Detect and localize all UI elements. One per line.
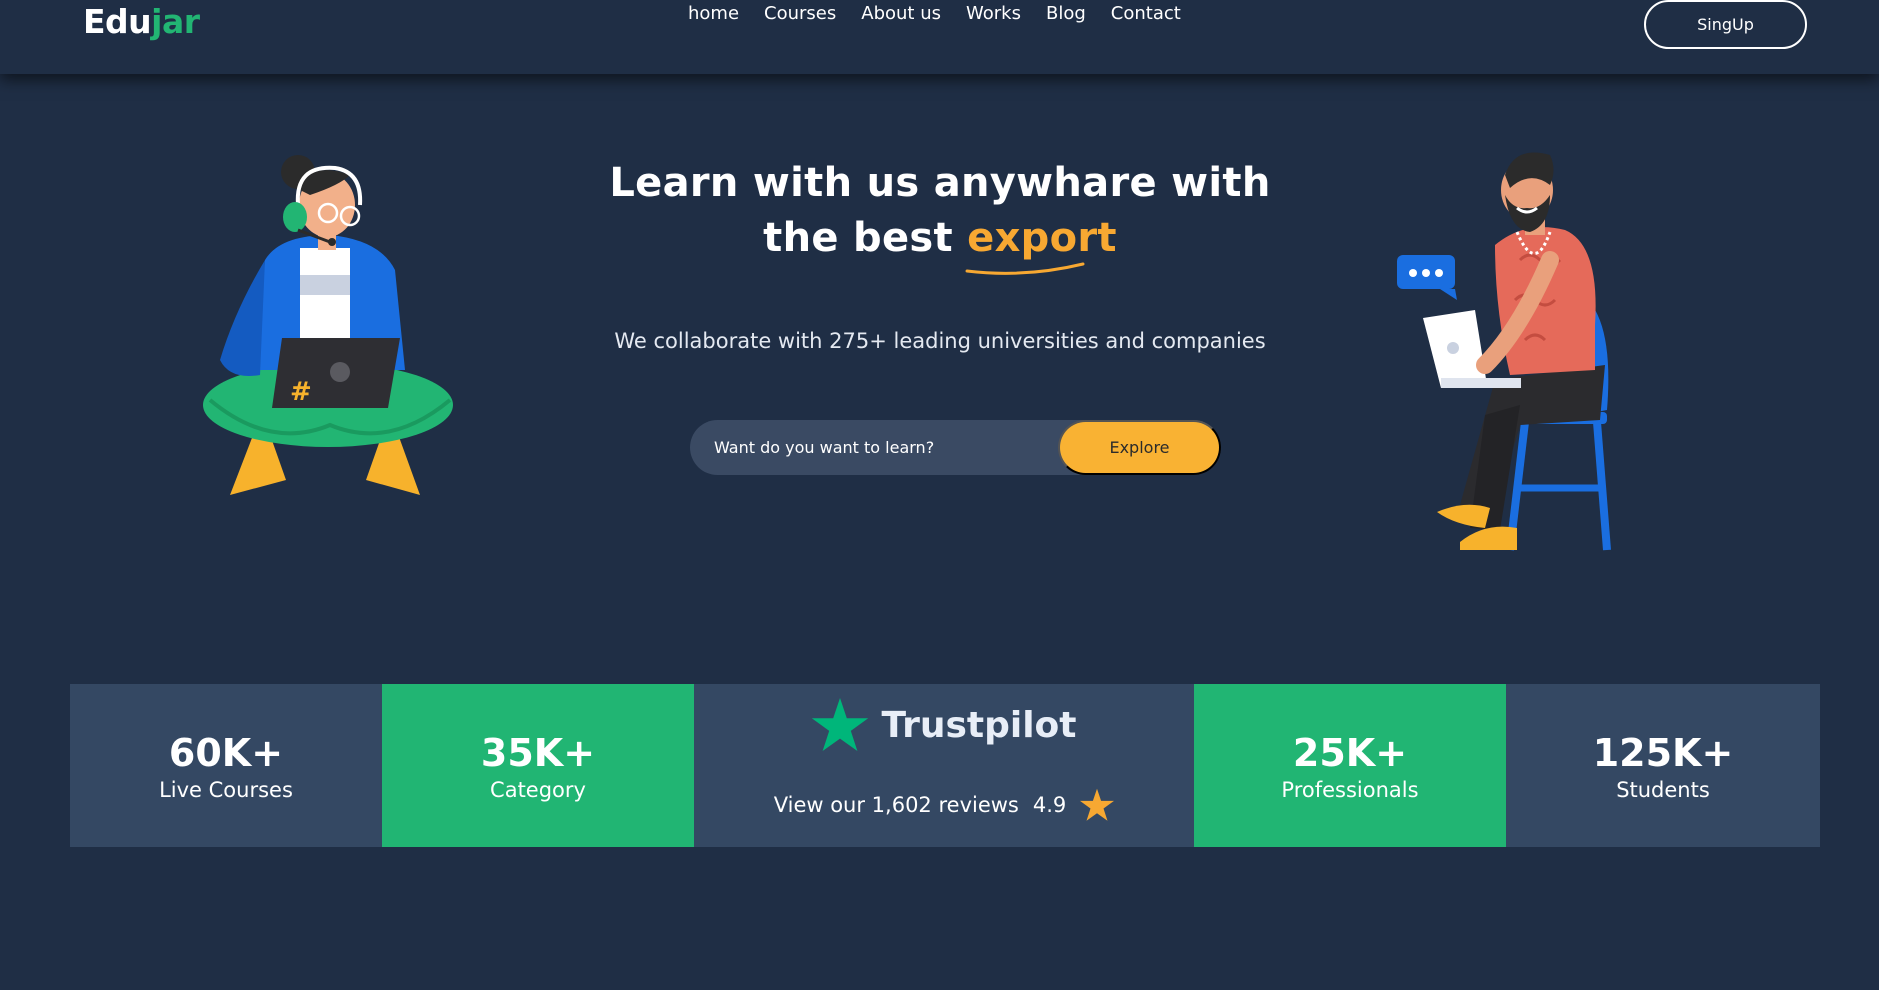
main-menu: home Courses About us Works Blog Contact xyxy=(688,3,1181,24)
logo-part2: jar xyxy=(151,2,200,41)
trustpilot-reviews-link[interactable]: View our 1,602 reviews xyxy=(774,793,1019,817)
hero-title-line1: Learn with us anywhare with xyxy=(609,160,1271,206)
stat-live-courses-value: 60K+ xyxy=(168,730,284,775)
nav-about-us[interactable]: About us xyxy=(861,3,941,24)
stat-category-label: Category xyxy=(490,777,586,802)
search-input[interactable] xyxy=(714,420,1034,475)
stat-students: 125K+ Students xyxy=(1506,684,1820,847)
search-bar: Explore xyxy=(690,420,1221,475)
underline-swoosh-icon xyxy=(965,262,1085,275)
trustpilot-star-icon xyxy=(812,698,869,752)
stat-students-label: Students xyxy=(1616,777,1710,802)
stat-category-value: 35K+ xyxy=(480,730,596,775)
stat-live-courses: 60K+ Live Courses xyxy=(70,684,382,847)
stat-professionals: 25K+ Professionals xyxy=(1194,684,1506,847)
hero-subtitle: We collaborate with 275+ leading univers… xyxy=(614,329,1266,353)
svg-text:#: # xyxy=(290,377,312,407)
nav-courses[interactable]: Courses xyxy=(764,3,836,24)
logo-part1: Edu xyxy=(83,2,152,41)
nav-blog[interactable]: Blog xyxy=(1046,3,1086,24)
nav-home[interactable]: home xyxy=(688,3,739,24)
hero-title-highlight-text: export xyxy=(967,215,1117,261)
hero-title-highlight: export xyxy=(965,211,1117,275)
trustpilot-card: Trustpilot View our 1,602 reviews 4.9 xyxy=(694,684,1194,847)
stats-bar: 60K+ Live Courses 35K+ Category Trustpil… xyxy=(70,684,1820,847)
stat-professionals-value: 25K+ xyxy=(1292,730,1408,775)
woman-laptop-illustration: # xyxy=(203,155,453,495)
trustpilot-name: Trustpilot xyxy=(881,704,1077,746)
hero-title: Learn with us anywhare with the best exp… xyxy=(560,156,1320,275)
stat-live-courses-label: Live Courses xyxy=(159,777,293,802)
trustpilot-reviews-row: View our 1,602 reviews 4.9 xyxy=(694,788,1194,822)
logo[interactable]: Edujar xyxy=(83,2,200,41)
nav-contact[interactable]: Contact xyxy=(1111,3,1181,24)
signup-button[interactable]: SingUp xyxy=(1644,0,1807,49)
stat-students-value: 125K+ xyxy=(1592,730,1734,775)
rating-star-icon xyxy=(1080,788,1115,821)
hero-title-prefix: the best xyxy=(763,215,968,261)
stat-category: 35K+ Category xyxy=(382,684,694,847)
nav-works[interactable]: Works xyxy=(966,3,1021,24)
trustpilot-rating: 4.9 xyxy=(1032,793,1067,817)
stat-professionals-label: Professionals xyxy=(1281,777,1419,802)
trustpilot-header: Trustpilot xyxy=(694,698,1194,752)
man-chair-illustration xyxy=(1397,152,1611,551)
explore-button[interactable]: Explore xyxy=(1058,420,1221,475)
navbar: Edujar home Courses About us Works Blog … xyxy=(0,0,1879,74)
